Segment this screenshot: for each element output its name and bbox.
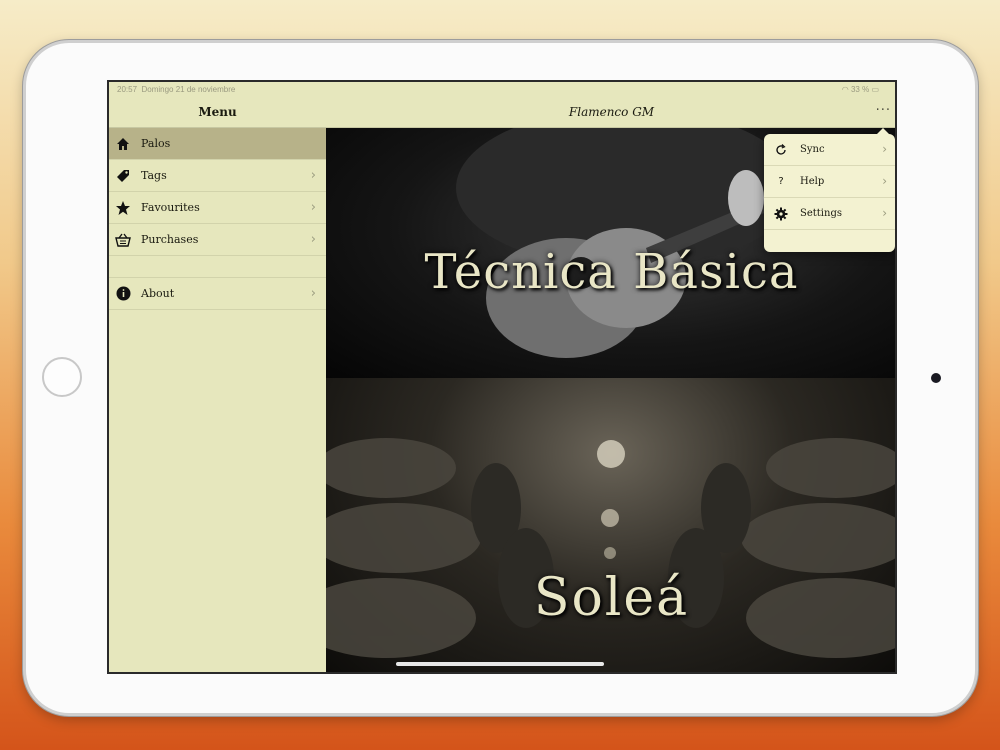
star-icon	[115, 200, 131, 216]
popover-item-label: Settings	[800, 208, 842, 219]
home-indicator[interactable]	[396, 662, 604, 666]
home-icon	[115, 136, 131, 152]
chevron-right-icon: ›	[310, 200, 316, 215]
banner-solea[interactable]: Soleá	[326, 378, 895, 672]
chevron-right-icon: ›	[882, 142, 887, 156]
menu-separator	[109, 256, 326, 278]
chevron-right-icon: ›	[310, 232, 316, 247]
nav-title: Flamenco GM	[568, 105, 655, 119]
screen: 20:57 Domingo 21 de noviembre ◠ 33 % ▭ M…	[107, 80, 897, 674]
status-bar: 20:57 Domingo 21 de noviembre ◠ 33 % ▭	[109, 82, 895, 98]
popover-item-settings[interactable]: Settings ›	[764, 198, 895, 230]
battery-icon: ▭	[871, 85, 879, 94]
sidebar-item-purchases[interactable]: Purchases ›	[109, 224, 326, 256]
sidebar: Menu Palos Tags › Favourites › Purchases…	[109, 82, 327, 672]
refresh-icon	[774, 143, 788, 156]
chevron-right-icon: ›	[310, 168, 316, 183]
tag-icon	[115, 168, 131, 184]
chevron-right-icon: ›	[882, 206, 887, 220]
info-icon	[115, 286, 131, 302]
wine-cellar-image	[326, 438, 895, 658]
basket-icon	[115, 232, 131, 248]
status-time: 20:57 Domingo 21 de noviembre	[117, 85, 236, 94]
sidebar-item-favourites[interactable]: Favourites ›	[109, 192, 326, 224]
home-button[interactable]	[42, 357, 82, 397]
status-battery: ◠ 33 % ▭	[841, 85, 879, 94]
menu-list: Palos Tags › Favourites › Purchases › Ab…	[109, 128, 326, 310]
chevron-right-icon: ›	[882, 174, 887, 188]
chevron-right-icon: ›	[310, 286, 316, 301]
gear-icon	[774, 207, 788, 221]
banner-title: Soleá	[533, 568, 690, 628]
sidebar-item-label: Purchases	[141, 233, 199, 246]
banner-title: Técnica Básica	[424, 244, 799, 300]
sidebar-item-label: Palos	[141, 137, 171, 150]
sidebar-item-palos[interactable]: Palos	[109, 128, 326, 160]
camera-icon	[931, 373, 941, 383]
sidebar-item-about[interactable]: About ›	[109, 278, 326, 310]
sidebar-item-label: About	[141, 287, 175, 300]
sidebar-item-label: Favourites	[141, 201, 200, 214]
sidebar-item-tags[interactable]: Tags ›	[109, 160, 326, 192]
sidebar-item-label: Tags	[141, 169, 167, 182]
question-icon: ?	[778, 176, 784, 187]
popover-item-sync[interactable]: Sync ›	[764, 134, 895, 166]
popover-item-help[interactable]: ? Help ›	[764, 166, 895, 198]
popover-item-label: Sync	[800, 144, 825, 155]
wifi-icon: ◠	[841, 85, 849, 94]
main-content: Flamenco GM ··· Técnica Básica Soleá Syn…	[326, 82, 895, 672]
options-popover: Sync › ? Help › Settings ›	[764, 128, 895, 252]
popover-item-label: Help	[800, 176, 825, 187]
more-options-button[interactable]: ···	[876, 103, 891, 118]
